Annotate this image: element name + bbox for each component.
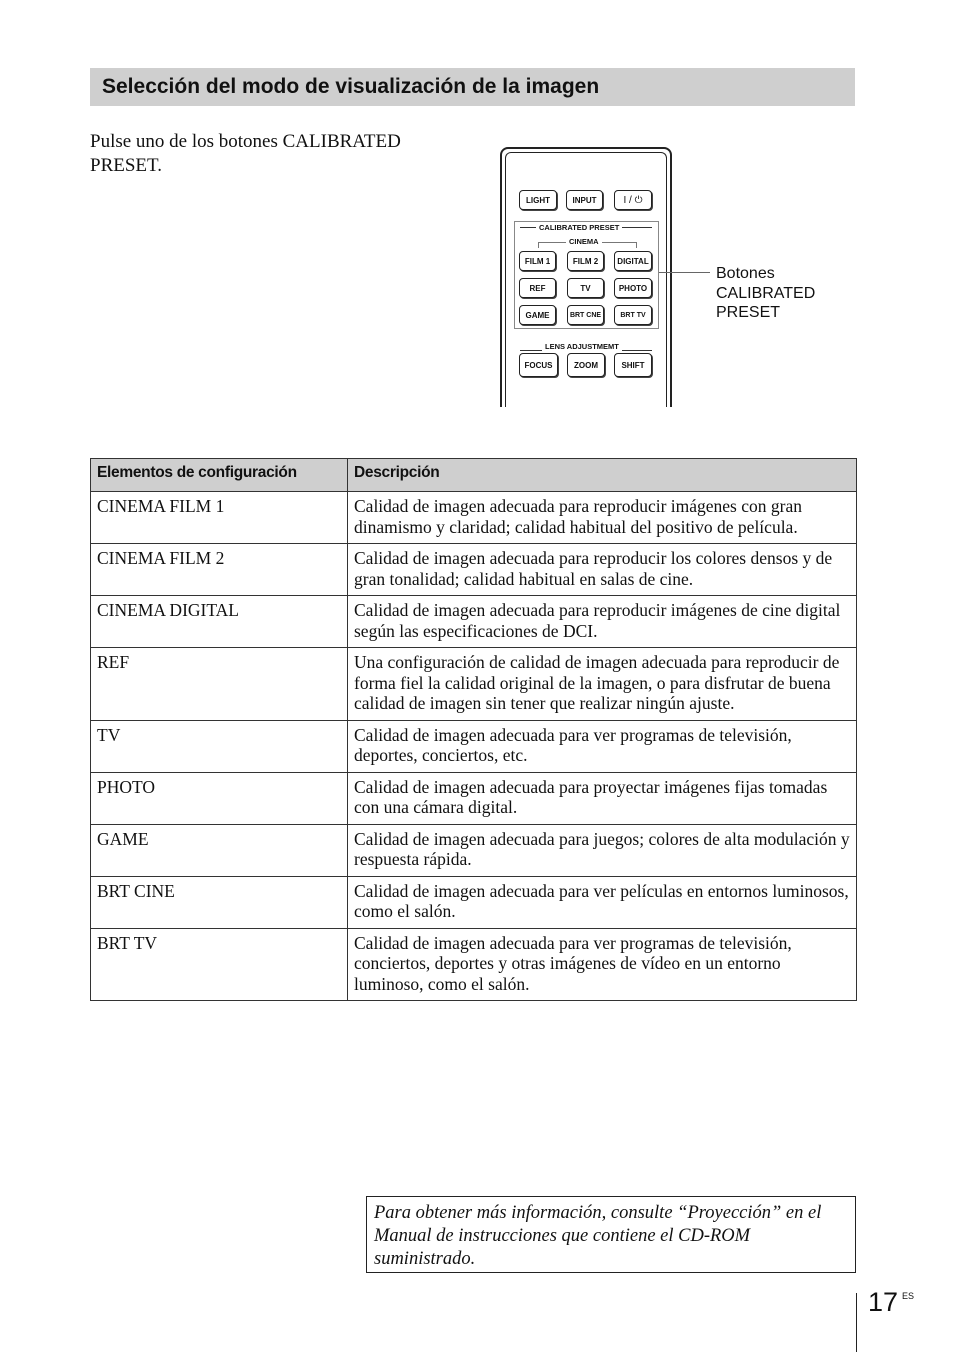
- light-button: LIGHT: [519, 190, 557, 210]
- power-button: I / ⏻: [614, 190, 652, 210]
- setting-description: Calidad de imagen adecuada para reproduc…: [347, 543, 857, 596]
- table-header-row: Elementos de configuración Descripción: [90, 458, 857, 492]
- film1-button: FILM 1: [519, 251, 556, 271]
- setting-description: Calidad de imagen adecuada para ver prog…: [347, 927, 857, 1001]
- note-box: Para obtener más información, consulte “…: [366, 1196, 856, 1273]
- focus-button: FOCUS: [519, 353, 558, 377]
- page-rule: [856, 1293, 857, 1352]
- game-button: GAME: [519, 305, 556, 325]
- table-row: PHOTO Calidad de imagen adecuada para pro…: [90, 771, 857, 825]
- setting-item: CINEMA DIGITAL: [90, 595, 348, 648]
- table-row: BRT TV Calidad de imagen adecuada para ve…: [90, 927, 857, 1001]
- setting-item: PHOTO: [90, 771, 348, 825]
- photo-button: PHOTO: [614, 278, 652, 298]
- setting-item: REF: [90, 647, 348, 721]
- setting-item: CINEMA FILM 1: [90, 491, 348, 544]
- digital-button: DIGITAL: [614, 251, 652, 271]
- divider: [538, 242, 539, 248]
- setting-item: BRT TV: [90, 927, 348, 1001]
- callout-label: Botones CALIBRATED PRESET: [716, 265, 816, 321]
- section-title: Selección del modo de visualización de l…: [90, 68, 855, 106]
- setting-item: TV: [90, 719, 348, 773]
- page-language: ES: [902, 1291, 915, 1301]
- input-button: INPUT: [566, 190, 603, 210]
- setting-description: Calidad de imagen adecuada para proyecta…: [347, 771, 857, 825]
- ref-button: REF: [519, 278, 556, 298]
- cinema-label: CINEMA: [566, 237, 602, 246]
- table-row: REF Una configuración de calidad de image…: [90, 647, 857, 721]
- table-row: CINEMA FILM 1 Calidad de imagen adecuada …: [90, 491, 857, 544]
- column-header-description: Descripción: [347, 458, 857, 492]
- table-row: CINEMA DIGITAL Calidad de imagen adecuada…: [90, 595, 857, 648]
- page-number: 17: [868, 1287, 899, 1317]
- setting-description: Calidad de imagen adecuada para ver prog…: [347, 719, 857, 773]
- table-row: TV Calidad de imagen adecuada para ver pr…: [90, 719, 857, 773]
- setting-description: Una configuración de calidad de imagen a…: [347, 647, 857, 721]
- callout-leader-line: [659, 272, 710, 273]
- shift-button: SHIFT: [614, 353, 652, 377]
- table-row: BRT CINE Calidad de imagen adecuada para …: [90, 875, 857, 929]
- tv-button: TV: [567, 278, 604, 298]
- remote-control-illustration: LIGHT INPUT I / ⏻ CALIBRATED PRESET CINE…: [500, 147, 674, 407]
- setting-item: CINEMA FILM 2: [90, 543, 348, 596]
- film2-button: FILM 2: [567, 251, 604, 271]
- table-row: CINEMA FILM 2 Calidad de imagen adecuada …: [90, 543, 857, 596]
- lens-adjustment-label: LENS ADJUSTMEMT: [542, 342, 622, 351]
- column-header-item: Elementos de configuración: [90, 458, 348, 492]
- table-row: GAME Calidad de imagen adecuada para jueg…: [90, 823, 857, 877]
- setting-item: GAME: [90, 823, 348, 877]
- setting-description: Calidad de imagen adecuada para reproduc…: [347, 491, 857, 544]
- instruction-text: Pulse uno de los botones CALIBRATED PRES…: [90, 131, 401, 176]
- divider: [636, 242, 637, 248]
- brt-cne-button: BRT CNE: [567, 305, 604, 325]
- zoom-button: ZOOM: [567, 353, 605, 377]
- setting-item: BRT CINE: [90, 875, 348, 929]
- setting-description: Calidad de imagen adecuada para ver pelí…: [347, 875, 857, 929]
- setting-description: Calidad de imagen adecuada para reproduc…: [347, 595, 857, 648]
- brt-tv-button: BRT TV: [614, 305, 652, 325]
- setting-description: Calidad de imagen adecuada para juegos; …: [347, 823, 857, 877]
- calibrated-preset-label: CALIBRATED PRESET: [536, 223, 623, 232]
- preset-table: Elementos de configuración Descripción C…: [90, 458, 857, 1001]
